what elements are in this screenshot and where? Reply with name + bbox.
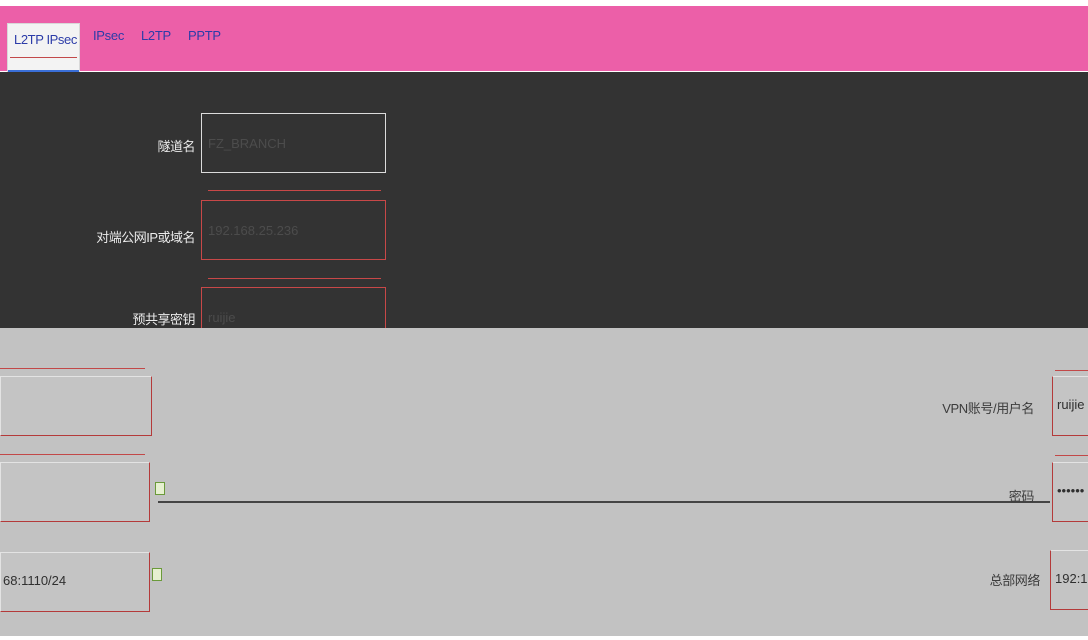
- tab-separator: [10, 57, 77, 58]
- field-error-line: [208, 278, 381, 279]
- field-status-icon: [152, 568, 162, 581]
- local-field-input[interactable]: [0, 376, 152, 436]
- preshared-key-label: 预共享密钥: [132, 312, 195, 327]
- password-label: 密码: [1008, 489, 1035, 504]
- divider-line: [158, 501, 1050, 503]
- field-error-line: [1055, 455, 1088, 456]
- tunnel-name-label: 隧道名: [157, 139, 195, 154]
- vpn-config-panel: 隧道名 FZ_BRANCH 对端公网IP或域名 192.168.25.236 预…: [0, 72, 1088, 348]
- field-error-line: [0, 454, 145, 455]
- tab-l2tp[interactable]: L2TP: [141, 28, 171, 43]
- overlay-top: [0, 328, 1088, 348]
- field-error-line: [1055, 370, 1088, 371]
- peer-address-input[interactable]: 192.168.25.236: [201, 200, 386, 260]
- field-error-line: [0, 368, 145, 369]
- tab-pptp[interactable]: PPTP: [188, 28, 221, 43]
- tab-ipsec[interactable]: IPsec: [93, 28, 124, 43]
- hq-network-input[interactable]: 192:1: [1050, 550, 1088, 610]
- peer-address-label: 对端公网IP或域名: [96, 230, 195, 245]
- vpn-user-input[interactable]: ruijie: [1052, 376, 1088, 436]
- field-error-line: [208, 190, 381, 191]
- tab-l2tp-ipsec[interactable]: L2TP IPsec: [7, 23, 80, 74]
- tunnel-name-input[interactable]: FZ_BRANCH: [201, 113, 386, 173]
- vpn-user-label: VPN账号/用户名: [942, 401, 1034, 416]
- tab-bar: L2TP IPsec IPsec L2TP PPTP: [0, 6, 1088, 74]
- local-password-input[interactable]: [0, 462, 150, 522]
- field-status-icon: [155, 482, 165, 495]
- hq-network-label: 总部网络: [989, 573, 1041, 588]
- password-input[interactable]: ••••••: [1052, 462, 1088, 522]
- local-network-input[interactable]: 68:1110/24: [0, 552, 150, 612]
- tab-label: L2TP IPsec: [14, 32, 77, 47]
- overlay-panel: 68:1110/24 VPN账号/用户名 ruijie 密码 •••••• 总部…: [0, 328, 1088, 636]
